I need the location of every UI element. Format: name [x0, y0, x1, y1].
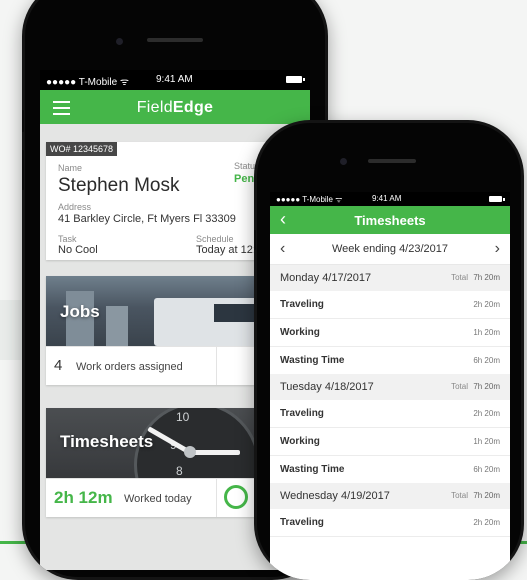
day-total-label: Total [451, 273, 468, 282]
entry-time: 1h 20m [473, 328, 500, 337]
day-name: Tuesday 4/18/2017 [280, 381, 374, 393]
time-entry-row[interactable]: Working 1h 20m [270, 428, 510, 456]
front-phone-screen: ●●●●● T-Mobile ᯤ 9:41 AM ‹ Timesheets ‹ … [270, 192, 510, 580]
side-button [254, 230, 256, 250]
time-entry-row[interactable]: Traveling 2h 20m [270, 291, 510, 319]
camera-icon [340, 158, 347, 165]
work-order-badge: WO# 12345678 [46, 142, 118, 156]
day-total: 7h 20m [473, 491, 500, 500]
day-name: Monday 4/17/2017 [280, 272, 372, 284]
divider [216, 347, 217, 385]
clock-hand [190, 450, 240, 455]
time-entry-row[interactable]: Wasting Time 6h 20m [270, 456, 510, 483]
status-bar: ●●●●● T-Mobile ᯤ 9:41 AM [40, 70, 310, 90]
day-header: Wednesday 4/19/2017 Total 7h 20m [270, 483, 510, 509]
day-header: Tuesday 4/18/2017 Total 7h 20m [270, 374, 510, 400]
timesheets-header: ‹ Timesheets [270, 206, 510, 234]
battery-icon [489, 196, 505, 202]
day-total-label: Total [451, 382, 468, 391]
schedule-label: Schedule [196, 234, 234, 244]
jobs-label: Jobs [60, 302, 100, 321]
entry-time: 2h 20m [473, 409, 500, 418]
status-time: 9:41 AM [372, 194, 402, 203]
hours-worked-text: Worked today [124, 493, 192, 505]
app-header: FieldEdge [40, 90, 310, 124]
entry-label: Working [280, 327, 320, 338]
clock-number: 8 [176, 464, 183, 478]
entry-label: Traveling [280, 408, 324, 419]
day-total: 7h 20m [473, 382, 500, 391]
day-total-label: Total [451, 491, 468, 500]
address-label: Address [58, 202, 92, 212]
entry-time: 1h 20m [473, 437, 500, 446]
address-value: 41 Barkley Circle, Ft Myers Fl 33309 [58, 213, 236, 225]
time-entry-row[interactable]: Traveling 2h 20m [270, 400, 510, 428]
entry-label: Wasting Time [280, 355, 345, 366]
status-bar: ●●●●● T-Mobile ᯤ 9:41 AM [270, 192, 510, 206]
day-total: 7h 20m [473, 273, 500, 282]
customer-name: Stephen Mosk [58, 175, 180, 196]
day-header: Monday 4/17/2017 Total 7h 20m [270, 265, 510, 291]
battery-icon [286, 76, 305, 83]
day-name: Wednesday 4/19/2017 [280, 490, 390, 502]
task-label: Task [58, 234, 77, 244]
time-entry-row[interactable]: Traveling 2h 20m [270, 509, 510, 537]
week-navigator: ‹ Week ending 4/23/2017 › [270, 234, 510, 265]
carrier-label: ●●●●● T-Mobile ᯤ [46, 77, 130, 88]
divider [216, 479, 217, 517]
chevron-right-icon[interactable]: › [495, 240, 500, 258]
name-label: Name [58, 163, 83, 173]
entry-label: Traveling [280, 517, 324, 528]
week-label: Week ending 4/23/2017 [332, 243, 448, 255]
entry-time: 6h 20m [473, 465, 500, 474]
clock-number: 10 [176, 410, 190, 424]
carrier-label: ●●●●● T-Mobile ᯤ [276, 195, 343, 204]
app-title: FieldEdge [136, 99, 214, 116]
entry-time: 6h 20m [473, 356, 500, 365]
entry-label: Working [280, 436, 320, 447]
speaker-grille [147, 38, 203, 42]
task-value: No Cool [58, 244, 98, 256]
timesheets-title: Timesheets [354, 213, 426, 228]
front-phone: ●●●●● T-Mobile ᯤ 9:41 AM ‹ Timesheets ‹ … [254, 120, 524, 580]
side-button [22, 110, 24, 132]
entry-label: Traveling [280, 299, 324, 310]
clock-center [184, 446, 196, 458]
jobs-text: Work orders assigned [76, 361, 183, 373]
hours-worked: 2h 12m [54, 488, 113, 507]
entry-time: 2h 20m [473, 300, 500, 309]
speaker-grille [368, 159, 416, 163]
time-entry-row[interactable]: Wasting Time 6h 20m [270, 347, 510, 374]
jobs-count: 4 [54, 357, 63, 374]
status-time: 9:41 AM [156, 74, 193, 85]
entry-label: Wasting Time [280, 464, 345, 475]
side-button [22, 150, 24, 190]
camera-icon [116, 38, 123, 45]
day-list: Monday 4/17/2017 Total 7h 20m Traveling … [270, 265, 510, 537]
timesheets-label: Timesheets [60, 432, 154, 451]
time-entry-row[interactable]: Working 1h 20m [270, 319, 510, 347]
entry-time: 2h 20m [473, 518, 500, 527]
progress-ring-icon [224, 485, 248, 509]
